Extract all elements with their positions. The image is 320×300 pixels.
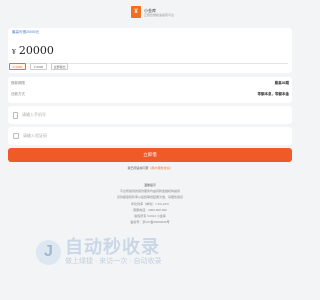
loan-term-label: 借款期限 xyxy=(11,81,25,85)
code-placeholder: 请输入验证码 xyxy=(23,133,47,138)
loan-amount-value: 20000 xyxy=(18,44,54,57)
phone-placeholder: 请输入手机号 xyxy=(22,112,46,117)
quick-amount-2000-button[interactable]: ¥ 2000 xyxy=(9,63,26,70)
quick-amount-all-button[interactable]: 全部借出 xyxy=(51,63,68,70)
user-agreement-link[interactable]: 《用户服务协议》 xyxy=(149,166,173,170)
repayment-method-row: 还款方式 等额本息，等额本金 xyxy=(11,92,289,97)
watermark-title: 自动秒收录 xyxy=(65,237,160,257)
app-slogan: 正规合规极速提现平台 xyxy=(144,12,175,17)
lock-icon xyxy=(13,133,19,139)
repayment-method-value: 等额本息，等额本金 xyxy=(257,92,290,96)
quick-amount-5000-button[interactable]: ¥ 5000 xyxy=(30,63,47,70)
footer: 温馨提示 平台所提供的借款服务均由持牌金融机构提供 贷款额度和利率以最终审批结果… xyxy=(0,182,300,225)
currency-symbol: ¥ xyxy=(12,49,16,56)
quick-amount-group: ¥ 2000 ¥ 5000 全部借出 xyxy=(9,63,68,70)
loan-info-card: 借款期限 最高36期 还款方式 等额本息，等额本金 xyxy=(8,77,292,103)
app-logo-icon: ¥ xyxy=(131,6,141,18)
repayment-method-label: 还款方式 xyxy=(11,92,25,96)
brand-header: ¥ 小金库 正规合规极速提现平台 xyxy=(131,6,174,18)
verification-code-field[interactable]: 请输入验证码 xyxy=(8,127,292,145)
footer-line: 备案号：京ICP备00000000号 xyxy=(130,220,170,225)
loan-amount-input[interactable]: ¥ 20000 xyxy=(12,44,54,57)
watermark: J 自动秒收录 做上绿捷 · 来访一次 · 自动收录 xyxy=(36,238,161,266)
submit-button[interactable]: 立即借 xyxy=(8,148,292,162)
phone-icon xyxy=(13,111,18,119)
loan-term-value: 最高36期 xyxy=(274,81,289,85)
loan-term-row: 借款期限 最高36期 xyxy=(11,81,289,86)
watermark-logo-icon: J xyxy=(36,239,61,265)
watermark-subtitle: 做上绿捷 · 来访一次 · 自动收录 xyxy=(65,258,162,265)
loan-limit-label: 最高可借20000元 xyxy=(12,30,40,34)
phone-field[interactable]: 请输入手机号 xyxy=(8,106,292,124)
agreement-text: 我已阅读并同意《用户服务协议》 xyxy=(127,166,173,170)
